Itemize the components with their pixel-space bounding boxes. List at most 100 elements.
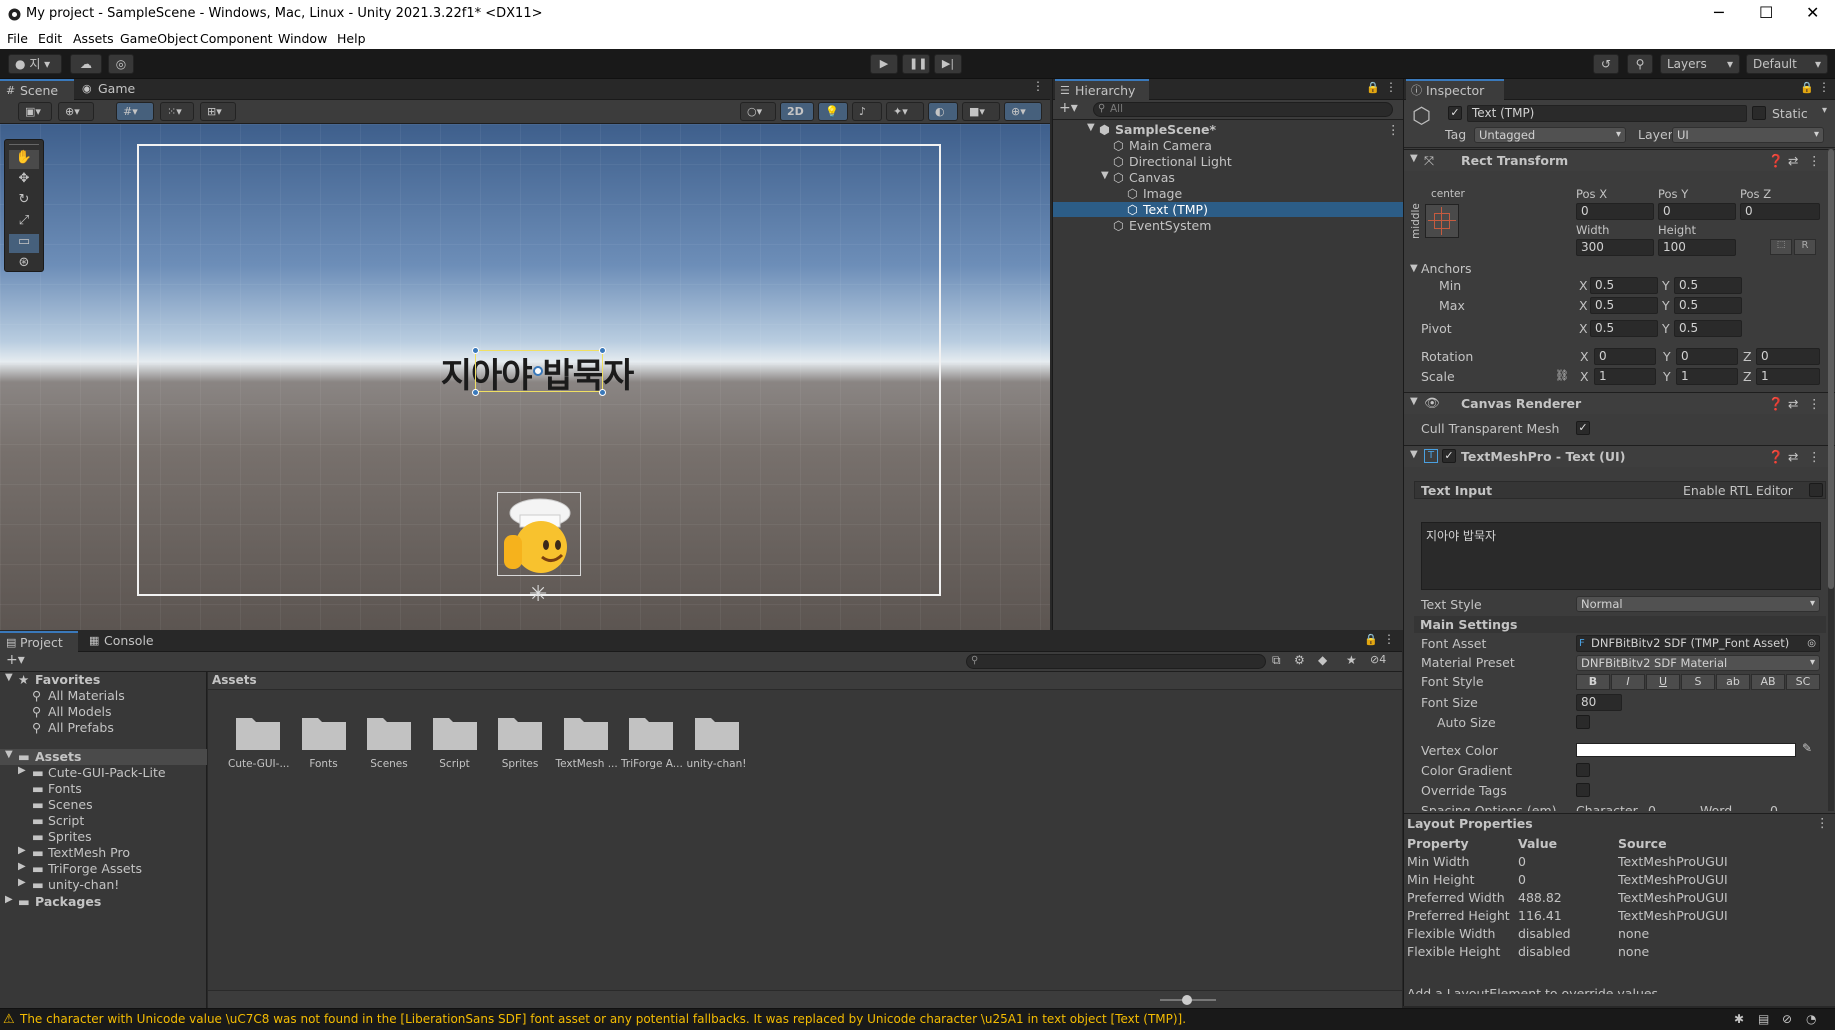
zoom-slider-thumb[interactable] [1182,995,1192,1005]
text-input-area[interactable]: 지아야 밥묵자 [1421,522,1821,590]
anchor-preset-button[interactable] [1425,204,1459,238]
draw-mode-dropdown[interactable]: ▣▾ [18,102,52,121]
blueprint-mode-icon[interactable]: ⬚ [1770,239,1792,255]
collapse-icon[interactable]: ▼ [1410,396,1418,407]
object-picker-icon[interactable]: ◎ [1807,636,1816,651]
eyedropper-icon[interactable]: ✎ [1802,741,1812,755]
anchor-max-x-field[interactable]: 0.5 [1590,297,1658,314]
folder-item[interactable]: TextMesh ... [556,700,618,776]
resize-handle[interactable] [599,389,606,396]
object-name-field[interactable]: Text (TMP) [1467,105,1747,122]
lock-icon[interactable]: 🔒 [1364,633,1378,646]
search-filter-icon[interactable]: ⧉ [1272,653,1281,668]
network-icon[interactable]: ⊘ [1782,1012,1792,1026]
preset-icon[interactable]: ⇄ [1788,153,1798,168]
menu-edit[interactable]: Edit [38,31,62,46]
static-checkbox[interactable] [1752,106,1766,120]
tree-item-image[interactable]: ⬡ Image [1053,186,1403,201]
smallcaps-button[interactable]: SC [1786,674,1820,690]
favorite-all-materials[interactable]: All Materials [48,688,125,703]
tmp-enabled-checkbox[interactable]: ✓ [1442,449,1456,463]
anchor-max-y-field[interactable]: 0.5 [1674,297,1742,314]
resize-handle[interactable] [472,347,479,354]
add-icon[interactable]: +▾ [1059,100,1078,116]
uppercase-button[interactable]: AB [1751,674,1785,690]
vertex-color-field[interactable] [1576,743,1796,757]
pos-y-field[interactable]: 0 [1658,203,1736,220]
preset-icon[interactable]: ⇄ [1788,449,1798,464]
scrollbar-thumb[interactable] [1828,149,1834,589]
scale-z-field[interactable]: 1 [1756,368,1820,385]
tree-item-canvas[interactable]: ▼ ⬡ Canvas [1053,170,1403,185]
expand-icon[interactable]: ▶ [18,845,26,856]
gizmos-dropdown[interactable]: ⊕▾ [1004,102,1042,121]
cloud-icon[interactable]: ☁ [70,54,102,74]
shading-dropdown[interactable]: ○▾ [740,102,776,121]
help-icon[interactable]: ❓ [1768,153,1784,169]
italic-button[interactable]: I [1611,674,1645,690]
text-style-dropdown[interactable]: Normal [1576,596,1820,612]
collapse-icon[interactable]: ▼ [1410,153,1418,164]
tree-item-samplescene[interactable]: ▼ ⬢ SampleScene* ⋮ [1053,122,1403,137]
folder-item[interactable]: Fonts [294,700,354,776]
hand-tool-icon[interactable]: ✋ [9,150,39,169]
search-icon[interactable]: ⚲ [1627,54,1653,74]
hidden-packages-icon[interactable]: ⊘4 [1370,653,1386,666]
tag-dropdown[interactable]: Untagged [1474,127,1626,143]
transform-tool-icon[interactable]: ⊛ [9,255,39,272]
2d-toggle-button[interactable]: 2D [780,102,814,121]
layer-dropdown[interactable]: UI [1672,127,1824,143]
scale-y-field[interactable]: 1 [1676,368,1738,385]
tab-game[interactable]: ◉ Game [78,79,148,100]
preset-icon[interactable]: ⇄ [1788,396,1798,411]
inspector-menu-icon[interactable]: ⋮ [1818,80,1830,94]
expand-icon[interactable]: ▼ [5,749,13,760]
tree-item-asset-folder[interactable]: ▬ Scenes [0,797,207,813]
align-dropdown[interactable]: ⊞▾ [200,102,236,121]
lowercase-button[interactable]: ab [1716,674,1750,690]
inspector-scrollbar[interactable] [1828,149,1834,811]
color-gradient-checkbox[interactable] [1576,763,1590,777]
static-dropdown-icon[interactable]: ▾ [1822,105,1827,116]
menu-file[interactable]: File [7,31,28,46]
tree-item-asset-folder[interactable]: ▬ Fonts [0,781,207,797]
tree-item-asset-folder[interactable]: ▬ Script [0,813,207,829]
rotation-z-field[interactable]: 0 [1756,348,1820,365]
pause-button[interactable]: ❚❚ [902,54,930,74]
raw-edit-button[interactable]: R [1794,239,1816,255]
hidden-objects-icon[interactable]: ◐ [928,102,958,121]
tree-item-text-tmp[interactable]: ⬡ Text (TMP) [1053,202,1403,217]
step-button[interactable]: ▶| [934,54,962,74]
height-field[interactable]: 100 [1658,239,1736,256]
maximize-icon[interactable]: ☐ [1759,3,1773,22]
hierarchy-menu-icon[interactable]: ⋮ [1385,80,1397,94]
rtl-checkbox[interactable] [1809,483,1823,497]
rect-tool-icon[interactable]: ▭ [9,234,39,253]
play-button[interactable]: ▶ [870,54,898,74]
favorite-all-prefabs[interactable]: All Prefabs [48,720,114,735]
effects-dropdown[interactable]: ✦▾ [886,102,924,121]
expand-icon[interactable]: ▶ [18,861,26,872]
cache-icon[interactable]: ▤ [1758,1012,1769,1026]
width-field[interactable]: 300 [1576,239,1654,256]
history-icon[interactable]: ↺ [1593,54,1619,74]
scene-image-object[interactable] [497,492,581,576]
override-tags-checkbox[interactable] [1576,783,1590,797]
tab-inspector[interactable]: ⓘ Inspector [1406,79,1504,100]
tmp-header[interactable]: ▼ T ✓ TextMeshPro - Text (UI) ❓ ⇄ ⋮ [1404,445,1835,467]
account-dropdown[interactable]: ● 지 ▾ [8,54,62,74]
font-size-field[interactable]: 80 [1576,694,1622,711]
tab-hierarchy[interactable]: ☰ Hierarchy [1055,79,1149,100]
snap-increment-dropdown[interactable]: ⁙▾ [160,102,194,121]
anchor-min-x-field[interactable]: 0.5 [1590,277,1658,294]
pos-x-field[interactable]: 0 [1576,203,1654,220]
camera-dropdown[interactable]: ■▾ [962,102,1000,121]
tab-console[interactable]: ▦ Console [84,631,164,652]
pivot-y-field[interactable]: 0.5 [1674,320,1742,337]
favorites-label[interactable]: Favorites [35,672,100,687]
project-search-input[interactable]: ⚲ [966,654,1266,669]
move-tool-icon[interactable]: ✥ [9,171,39,190]
auto-size-checkbox[interactable] [1576,715,1590,729]
resize-handle[interactable] [599,347,606,354]
rotation-x-field[interactable]: 0 [1594,348,1656,365]
